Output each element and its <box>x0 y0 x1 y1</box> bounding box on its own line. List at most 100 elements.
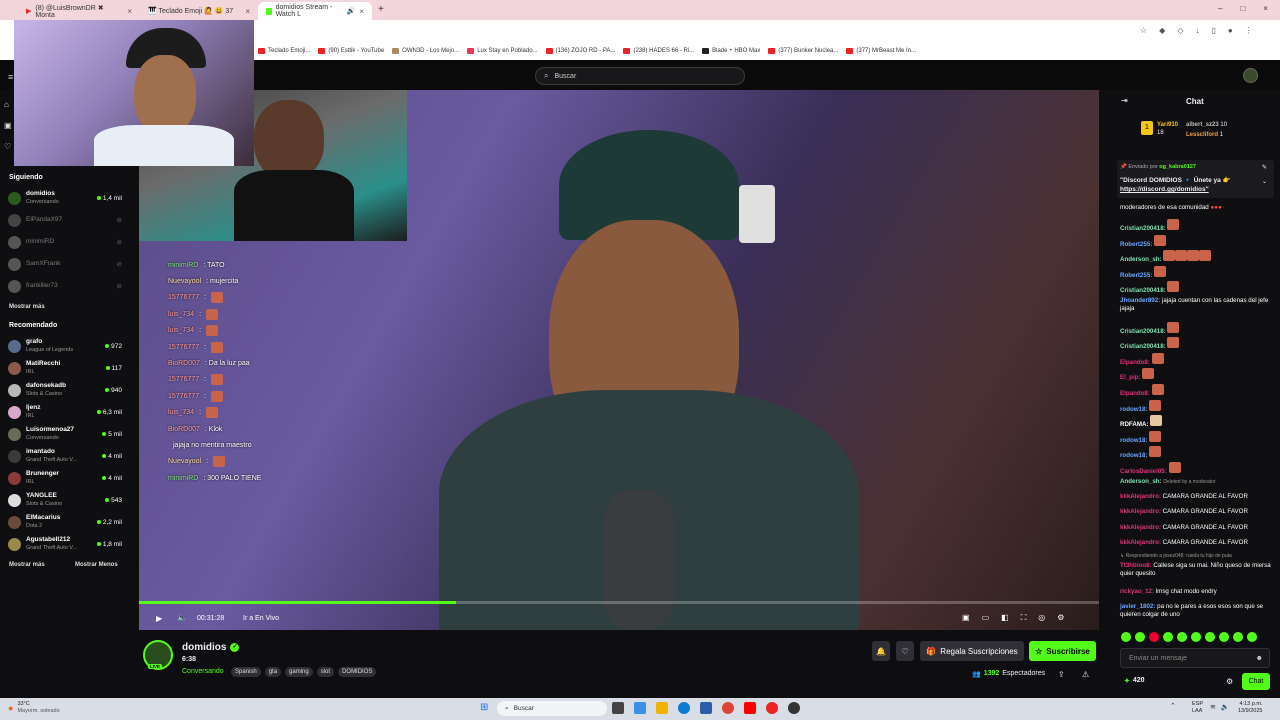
sidebar-item-recommended[interactable]: ljenz IRL 6,3 mil <box>8 401 122 423</box>
weather-widget[interactable]: ● 33°C Mayorm. soleado <box>8 701 60 715</box>
tag-chip[interactable]: gaming <box>285 667 313 677</box>
sidebar-item-recommended[interactable]: imantado Grand Theft Auto V... 4 mil <box>8 445 122 467</box>
taskbar-search[interactable]: ⌕ Buscar <box>497 701 607 716</box>
store-icon[interactable] <box>700 702 712 714</box>
hamburger-icon[interactable]: ≡ <box>8 72 13 82</box>
close-window-icon[interactable]: × <box>1263 4 1268 13</box>
category-link[interactable]: Conversando <box>182 668 224 675</box>
sidebar-item-offline[interactable]: frankllier73 ⊘ <box>8 275 122 297</box>
windows-start-icon[interactable]: ⊞ <box>480 702 488 713</box>
bookmark-item[interactable]: (377) Bunker Nuclea... <box>768 48 838 54</box>
emoji-picker-icon[interactable]: ☻ <box>1256 655 1263 662</box>
sidebar-item-domidios[interactable]: domidios Conversando 1,4 mil <box>8 187 122 209</box>
settings-icon[interactable]: ⚙ <box>1057 613 1064 623</box>
quality-icon[interactable]: ◎ <box>1038 613 1045 623</box>
bookmark-item[interactable]: Lux Stay en Poblado... <box>467 48 538 54</box>
user-avatar[interactable] <box>1243 68 1258 83</box>
tag-chip[interactable]: slot <box>316 667 335 677</box>
top-gifter-1[interactable]: Yari910 18 <box>1157 121 1178 137</box>
unpin-icon[interactable]: ✎ <box>1262 164 1267 171</box>
top-gifter-2[interactable]: albert_sz23 10 <box>1186 120 1227 130</box>
channel-points[interactable]: ✦ 420 <box>1124 677 1145 685</box>
sidebar-item-recommended[interactable]: MatiRecchi IRL 117 <box>8 357 122 379</box>
minimize-icon[interactable]: – <box>1218 4 1222 13</box>
gift-subs-button[interactable]: 🎁 Regala Suscripciones <box>920 641 1024 661</box>
puzzle-icon[interactable]: ◇ <box>1177 26 1183 35</box>
browser-tab-active[interactable]: domidios Stream - Watch L 🔊 × <box>258 2 372 20</box>
emote-icon[interactable] <box>1163 632 1173 642</box>
sidebar-item-offline[interactable]: ElPandaX97 ⊘ <box>8 209 122 231</box>
emote-icon[interactable] <box>1233 632 1243 642</box>
extension-icon[interactable]: ◆ <box>1159 26 1165 35</box>
sidebar-item-recommended[interactable]: grafo League of Legends 972 <box>8 335 122 357</box>
close-icon[interactable]: × <box>359 7 364 16</box>
theater-icon[interactable]: ▭ <box>982 613 990 623</box>
following-icon[interactable]: ♡ <box>4 142 12 151</box>
emote-icon[interactable] <box>1177 632 1187 642</box>
play-icon[interactable]: ▶ <box>156 614 162 623</box>
edge-copilot-icon[interactable] <box>634 702 646 714</box>
emote-icon[interactable] <box>1191 632 1201 642</box>
top-gifter-3[interactable]: Lesscliford 1 <box>1186 130 1227 140</box>
wifi-icon[interactable]: ≋ <box>1210 703 1216 711</box>
sidebar-item-recommended[interactable]: YANGLEE Slots & Casino 543 <box>8 489 122 511</box>
bookmark-item[interactable]: (136) ZOJO RD - PA... <box>545 48 615 54</box>
language-indicator[interactable]: ESP LAA <box>1192 701 1203 715</box>
bookmark-item[interactable]: (377) MrBeast Me In... <box>846 48 916 54</box>
profile-icon[interactable]: ● <box>1228 26 1233 35</box>
sidebar-item-recommended[interactable]: ElMacarius Dota 2 2,2 mil <box>8 511 122 533</box>
tag-chip[interactable]: gta <box>264 667 282 677</box>
emote-icon[interactable] <box>1135 632 1145 642</box>
home-icon[interactable]: ⌂ <box>4 100 12 109</box>
collapse-chat-icon[interactable]: ⇥ <box>1121 96 1128 105</box>
app-icon[interactable] <box>788 702 800 714</box>
chrome-icon[interactable] <box>722 702 734 714</box>
emote-icon[interactable] <box>1247 632 1257 642</box>
emote-icon[interactable] <box>1121 632 1131 642</box>
report-icon[interactable]: ⚠ <box>1082 670 1089 679</box>
show-more-link[interactable]: Mostrar más <box>9 562 45 568</box>
notification-bell-icon[interactable]: 🔔 <box>872 641 890 661</box>
volume-icon[interactable]: 🔈 <box>177 613 187 622</box>
sidebar-item-recommended[interactable]: Luisormenoa27 Conversando 5 mil <box>8 423 122 445</box>
task-view-icon[interactable] <box>612 702 624 714</box>
volume-icon[interactable]: 🔈 <box>1221 703 1230 711</box>
send-chat-button[interactable]: Chat <box>1242 673 1270 690</box>
tray-chevron-icon[interactable]: ⌃ <box>1170 702 1176 710</box>
maximize-icon[interactable]: □ <box>1240 4 1245 13</box>
show-more-link[interactable]: Mostrar más <box>9 304 45 310</box>
download-icon[interactable]: ↓ <box>1195 26 1199 35</box>
close-icon[interactable]: × <box>127 7 132 16</box>
sidebar-item-offline[interactable]: SamXFrank ⊘ <box>8 253 122 275</box>
star-icon[interactable]: ☆ <box>1140 26 1147 35</box>
opera-icon[interactable] <box>766 702 778 714</box>
sidebar-item-recommended[interactable]: Brunenger IRL 4 mil <box>8 467 122 489</box>
follow-heart-icon[interactable]: ♡ <box>896 641 914 661</box>
emote-icon[interactable] <box>1219 632 1229 642</box>
sidebar-item-offline[interactable]: minimiRD ⊘ <box>8 231 122 253</box>
tag-chip[interactable]: Spanish <box>231 667 261 677</box>
bookmark-item[interactable]: OWN3D - Los Mejo... <box>392 48 459 54</box>
show-less-link[interactable]: Mostrar Menos <box>75 562 118 568</box>
bookmark-item[interactable]: Blade + HBO Max <box>702 48 760 54</box>
speaker-icon[interactable]: 🔊 <box>347 7 356 15</box>
chevron-down-icon[interactable]: ⌄ <box>1262 178 1267 185</box>
discord-link[interactable]: https://discord.gg/domidios" <box>1120 185 1265 194</box>
file-explorer-icon[interactable] <box>656 702 668 714</box>
sidebar-item-recommended[interactable]: Agustabell212 Grand Theft Auto V... 1,8 m… <box>8 533 122 555</box>
browse-icon[interactable]: ▣ <box>4 121 12 130</box>
close-icon[interactable]: × <box>245 7 250 16</box>
fullscreen-icon[interactable]: ⛶ <box>1021 613 1027 623</box>
bookmark-item[interactable]: (238) HADES 66 - Ri... <box>623 48 694 54</box>
emote-icon[interactable] <box>1149 632 1159 642</box>
bookmark-item[interactable]: Teclado Emoji... <box>258 48 310 54</box>
subscribe-button[interactable]: ☆ Suscribirse <box>1029 641 1096 661</box>
chat-input[interactable]: Enviar un mensaje ☻ <box>1120 648 1270 668</box>
go-live-button[interactable]: Ir a En Vivo <box>243 615 279 622</box>
pip-icon[interactable]: ◧ <box>1001 613 1009 623</box>
tag-chip[interactable]: DOMIDIOS <box>338 667 377 677</box>
search-input[interactable]: ⌕ Buscar <box>535 67 745 85</box>
chat-settings-icon[interactable]: ⚙ <box>1226 677 1233 686</box>
sidebar-item-recommended[interactable]: dafonsekadb Slots & Casino 940 <box>8 379 122 401</box>
share-icon[interactable]: ⇪ <box>1058 670 1065 679</box>
